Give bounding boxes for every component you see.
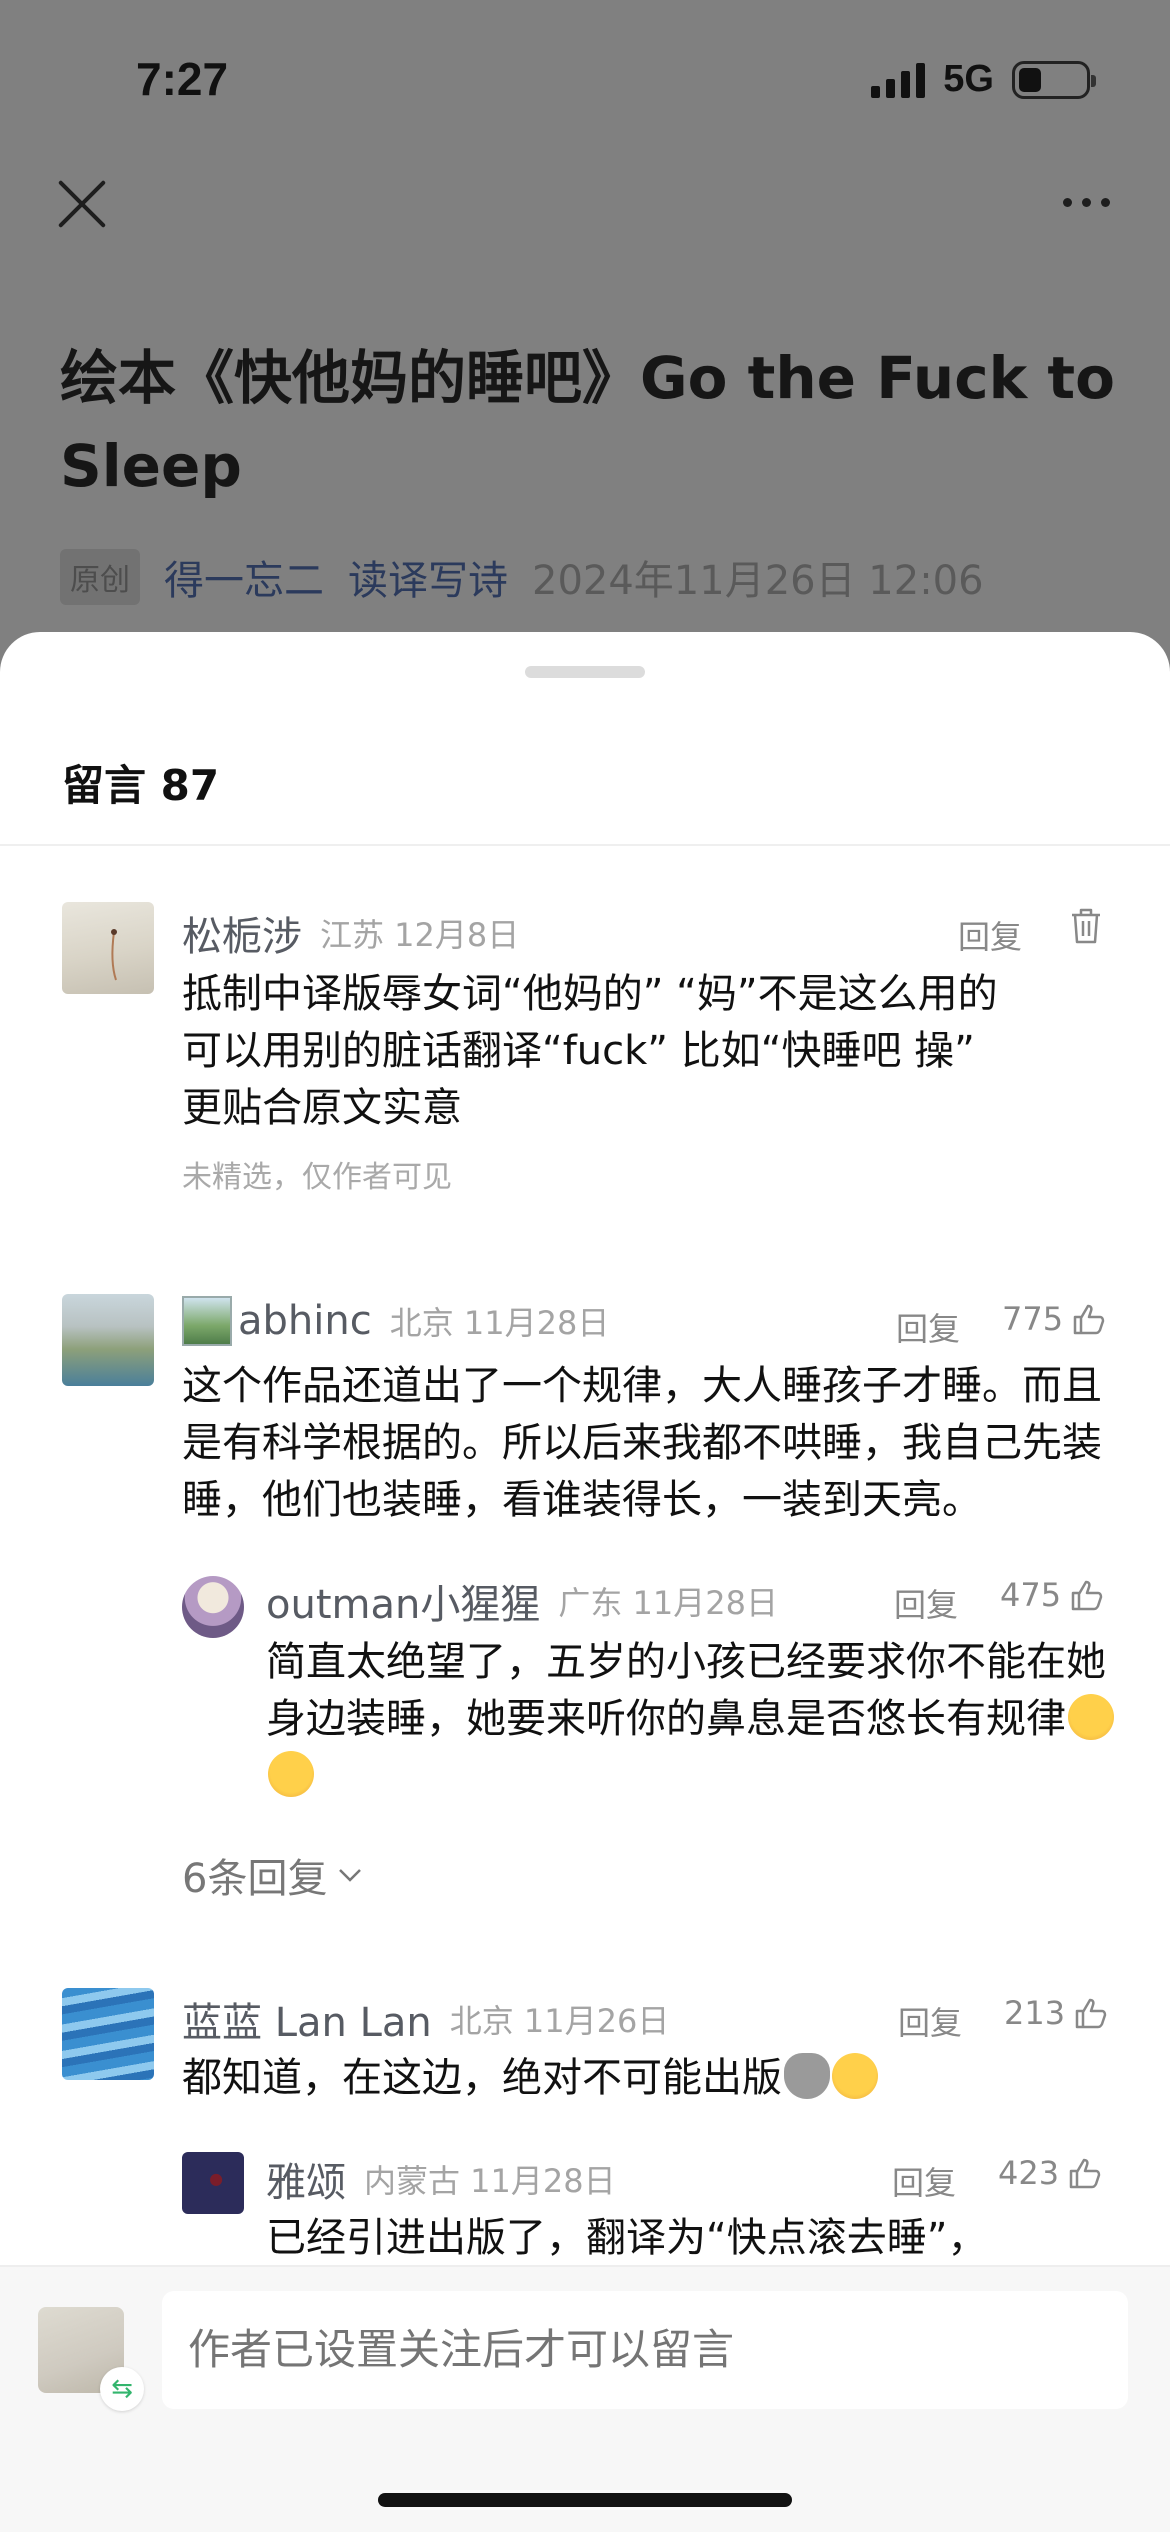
comment-author[interactable]: 松栀涉 江苏 12月8日 [182, 904, 519, 962]
avatar[interactable] [62, 1294, 154, 1386]
reply-location-date: 内蒙古 11月28日 [364, 2162, 616, 2200]
reply-button[interactable]: 回复 [958, 912, 1022, 958]
reply-author[interactable]: outman小猩猩 广东 11月28日 [266, 1572, 778, 1630]
like-count: 475 [1000, 1576, 1062, 1614]
reply-text: 简直太绝望了，五岁的小孩已经要求你不能在她身边装睡，她要来听你的鼻息是否悠长有规… [266, 1634, 1118, 1805]
comment-location-date: 江苏 12月8日 [320, 916, 520, 954]
status-indicators: 5G [871, 58, 1096, 101]
crying-emoji-icon [1068, 1694, 1114, 1740]
reply-text-content: 简直太绝望了，五岁的小孩已经要求你不能在她身边装睡，她要来听你的鼻息是否悠长有规… [266, 1639, 1106, 1742]
comment-text: 都知道，在这边，绝对不可能出版 [182, 2050, 1112, 2107]
battery-icon [1012, 60, 1096, 99]
thumbs-up-icon [1075, 1998, 1107, 2029]
like-count: 423 [998, 2154, 1060, 2192]
signal-icon [871, 62, 926, 98]
comment-text: 抵制中译版辱女词“他妈的” “妈”不是这么用的 可以用别的脏话翻译“fuck” … [182, 971, 998, 1131]
reply-avatar[interactable] [182, 2152, 244, 2214]
author-name: 松栀涉 [182, 914, 302, 960]
more-replies-label: 6条回复 [182, 1856, 328, 1902]
expand-replies-button[interactable]: 6条回复 [182, 1846, 363, 1904]
author-name: outman小猩猩 [266, 1582, 541, 1628]
comment-composer: ⇆ [0, 2265, 1170, 2532]
comment-location-date: 北京 11月28日 [389, 1304, 610, 1342]
thumbs-up-icon [1069, 2158, 1101, 2189]
comment-author[interactable]: abhinc 北京 11月28日 [182, 1296, 609, 1346]
more-options-icon[interactable] [1063, 198, 1110, 207]
delete-icon[interactable] [1068, 906, 1104, 950]
close-icon[interactable] [56, 178, 108, 230]
visibility-note: 未精选，仅作者可见 [182, 1160, 452, 1195]
thumbs-up-icon [1071, 1580, 1103, 1611]
comment-text: 这个作品还道出了一个规律，大人睡孩子才睡。而且是有科学根据的。所以后来我都不哄睡… [182, 1363, 1102, 1523]
article-title: 绘本《快他妈的睡吧》Go the Fuck to Sleep [60, 344, 1115, 500]
crying-emoji-icon [268, 1751, 314, 1797]
reply-button[interactable]: 回复 [892, 2158, 956, 2204]
avatar[interactable] [62, 1988, 154, 2080]
comments-sheet: 留言 87 松栀涉 江苏 12月8日 回复 抵制中译版辱女词“他妈的” “妈”不… [0, 632, 1170, 2532]
author-name: 蓝蓝 Lan Lan [182, 2000, 432, 2046]
like-button[interactable]: 423 [998, 2154, 1103, 2192]
comment-text-content: 都知道，在这边，绝对不可能出版 [182, 2055, 782, 2101]
author-name: 雅颂 [266, 2160, 346, 2206]
network-type: 5G [943, 58, 994, 100]
avatar-badge-icon [182, 1296, 232, 1346]
article-background: 7:27 5G 绘本《快他妈的睡吧》Go the Fuck to Sleep 原… [0, 0, 1170, 700]
reply-button[interactable]: 回复 [896, 1304, 960, 1350]
article-meta: 原创 得一忘二 读译写诗 2024年11月26日 12:06 [60, 548, 984, 606]
reply-button[interactable]: 回复 [894, 1580, 958, 1626]
sheet-grabber[interactable] [525, 666, 645, 678]
publish-date: 2024年11月26日 12:06 [532, 558, 984, 604]
avatar[interactable] [62, 902, 154, 994]
like-button[interactable]: 775 [1002, 1300, 1107, 1338]
author-name: abhinc [238, 1298, 372, 1344]
original-badge: 原创 [60, 549, 140, 605]
home-indicator[interactable] [378, 2493, 792, 2507]
comments-count-header: 留言 87 [62, 761, 220, 810]
laughing-crying-emoji-icon [832, 2053, 878, 2099]
chevron-down-icon [339, 1869, 362, 1882]
like-count: 213 [1004, 1994, 1066, 2032]
like-button[interactable]: 475 [1000, 1576, 1105, 1614]
reply-author[interactable]: 雅颂 内蒙古 11月28日 [266, 2150, 616, 2208]
reply-location-date: 广东 11月28日 [558, 1584, 778, 1622]
author-link[interactable]: 得一忘二 [164, 548, 324, 606]
thumbs-up-icon [1073, 1304, 1105, 1335]
like-count: 775 [1002, 1300, 1064, 1338]
like-button[interactable]: 213 [1004, 1994, 1109, 2032]
divider [0, 844, 1170, 846]
column-link[interactable]: 读译写诗 [348, 548, 508, 606]
comment-author[interactable]: 蓝蓝 Lan Lan 北京 11月26日 [182, 1990, 669, 2048]
status-time: 7:27 [136, 53, 229, 105]
comment-location-date: 北京 11月26日 [449, 2002, 670, 2040]
reply-button[interactable]: 回复 [898, 1998, 962, 2044]
broken-heart-icon [784, 2053, 830, 2099]
comment-input[interactable] [162, 2291, 1128, 2409]
reply-text: 已经引进出版了，翻译为“快点滚去睡”， [266, 2215, 988, 2261]
switch-account-icon[interactable]: ⇆ [100, 2367, 144, 2411]
avatar-image [111, 929, 117, 981]
reply-avatar[interactable] [182, 1576, 244, 1638]
